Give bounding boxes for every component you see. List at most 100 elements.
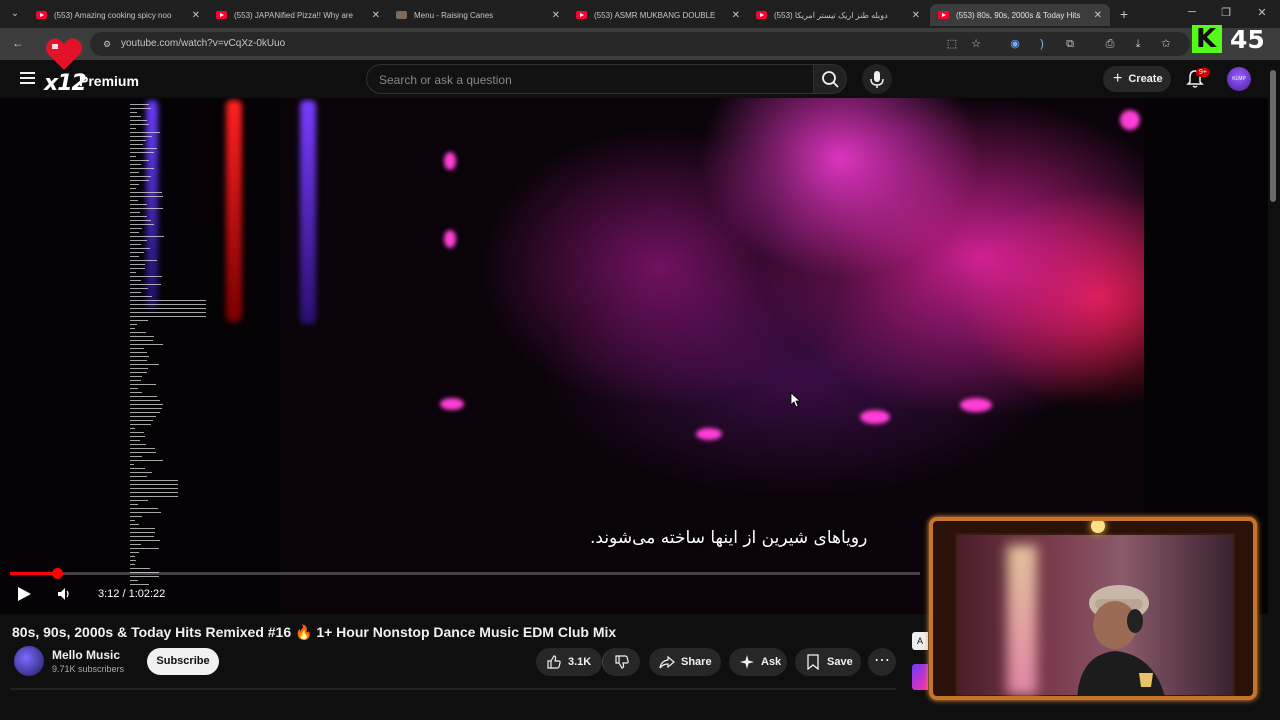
mouse-cursor-icon	[790, 392, 802, 408]
close-tab-icon[interactable]: ✕	[732, 10, 740, 21]
account-avatar[interactable]: KLMP	[1227, 67, 1251, 91]
favorites-icon[interactable]: ✩	[1158, 36, 1174, 52]
extension-icon[interactable]: ◉	[1007, 36, 1023, 52]
side-chip[interactable]: A	[912, 632, 928, 650]
visualizer-bar	[130, 216, 147, 217]
search-button[interactable]	[813, 64, 847, 94]
visualizer-bar	[130, 200, 138, 201]
visualizer-bar	[130, 492, 178, 493]
subscribe-button[interactable]: Subscribe	[147, 648, 219, 675]
dislike-button[interactable]	[602, 648, 640, 676]
download-icon[interactable]: ⤓	[1130, 36, 1146, 52]
visualizer-bar	[130, 164, 141, 165]
site-info-icon[interactable]: ⚙	[100, 37, 114, 51]
progress-scrubber[interactable]	[52, 568, 63, 579]
extension-wave-icon[interactable]: )	[1034, 36, 1050, 52]
visualizer-bar	[130, 392, 142, 393]
visualizer-bar	[130, 548, 159, 549]
video-subtitle: رویاهای شیرین از اینها ساخته می‌شوند.	[590, 528, 868, 548]
progress-played	[10, 572, 57, 575]
visualizer-bar	[130, 248, 150, 249]
restore-icon[interactable]: ❐	[1218, 6, 1234, 19]
visualizer-bar	[130, 360, 147, 361]
search-icon	[822, 71, 839, 88]
menu-favicon-icon	[396, 11, 407, 19]
browser-tab-active[interactable]: (553) 80s, 90s, 2000s & Today Hits ✕	[930, 4, 1110, 26]
close-tab-icon[interactable]: ✕	[1094, 10, 1102, 21]
back-arrow-icon[interactable]: ←	[10, 36, 26, 52]
extensions-puzzle-icon[interactable]: ⧉	[1062, 36, 1078, 52]
browser-tab[interactable]: (553) Amazing cooking spicy noo ✕	[28, 4, 208, 26]
browser-tab[interactable]: (553) ASMR MUKBANG DOUBLE ✕	[568, 4, 748, 26]
visualizer-bar	[130, 328, 135, 329]
tab-title: (553) Amazing cooking spicy noo	[54, 10, 172, 20]
tab-title: (553) 80s, 90s, 2000s & Today Hits	[956, 10, 1081, 20]
visualizer-bar	[130, 332, 146, 333]
visualizer-bar	[130, 420, 153, 421]
visualizer-bar	[130, 204, 147, 205]
thumbs-up-icon	[547, 655, 561, 669]
channel-avatar[interactable]	[14, 646, 44, 676]
volume-icon[interactable]	[56, 586, 72, 602]
visualizer-bar	[130, 484, 178, 485]
search-placeholder: Search or ask a question	[379, 73, 512, 87]
visualizer-bar	[130, 544, 141, 545]
visualizer-bar	[130, 240, 147, 241]
visualizer-bar	[130, 448, 155, 449]
window-close-icon[interactable]: ✕	[1254, 6, 1270, 19]
search-input[interactable]: Search or ask a question	[366, 64, 814, 94]
visualizer-bar	[130, 440, 140, 441]
visualizer-bar	[130, 220, 151, 221]
close-tab-icon[interactable]: ✕	[192, 10, 200, 21]
like-button[interactable]: 3.1K	[536, 648, 602, 676]
close-tab-icon[interactable]: ✕	[372, 10, 380, 21]
visualizer-bar	[130, 468, 145, 469]
visualizer-bar	[130, 344, 163, 345]
visualizer-bar	[130, 244, 141, 245]
voice-search-button[interactable]	[862, 64, 892, 94]
video-progress-bar[interactable]	[10, 568, 920, 579]
printer-icon[interactable]: ⎙	[1102, 36, 1118, 52]
browser-tab[interactable]: Menu - Raising Canes ✕	[388, 4, 568, 26]
stage-light	[960, 398, 992, 412]
stage-light	[444, 230, 456, 248]
visualizer-bar	[130, 304, 206, 305]
visualizer-bar	[130, 316, 206, 317]
visualizer-bar	[130, 160, 149, 161]
menu-hamburger-icon[interactable]	[20, 72, 35, 84]
page-scrollbar[interactable]	[1270, 70, 1276, 202]
visualizer-bar	[130, 156, 136, 157]
minimize-icon[interactable]: ─	[1184, 6, 1200, 18]
side-thumbnail[interactable]	[912, 664, 928, 690]
ask-button[interactable]: Ask	[729, 648, 787, 676]
play-icon[interactable]	[18, 587, 31, 601]
stage-light	[860, 410, 890, 424]
new-tab-icon[interactable]: +	[1116, 6, 1132, 22]
tab-search-icon[interactable]: ⌄	[6, 6, 24, 22]
close-tab-icon[interactable]: ✕	[552, 10, 560, 21]
more-actions-icon[interactable]: ⋯	[868, 648, 896, 676]
bookmark-star-icon[interactable]: ☆	[968, 36, 984, 52]
visualizer-bar	[130, 480, 178, 481]
time-display: 3:12 / 1:02:22	[98, 588, 166, 600]
create-button[interactable]: + Create	[1103, 66, 1171, 92]
close-tab-icon[interactable]: ✕	[912, 10, 920, 21]
microphone-icon	[870, 71, 884, 88]
save-button[interactable]: Save	[795, 648, 861, 676]
visualizer-bar	[130, 268, 145, 269]
notification-badge: 9+	[1196, 68, 1210, 77]
visualizer-bar	[130, 580, 138, 581]
visualizer-bar	[130, 432, 144, 433]
visualizer-bar	[130, 452, 156, 453]
visualizer-bar	[130, 288, 148, 289]
share-button[interactable]: Share	[649, 648, 721, 676]
address-bar[interactable]: ⚙ youtube.com/watch?v=vCqXz-0kUuo	[90, 32, 1190, 56]
install-app-icon[interactable]: ⬚	[944, 36, 960, 52]
browser-tab[interactable]: (553) JAPANified Pizza!! Why are ✕	[208, 4, 388, 26]
channel-name[interactable]: Mello Music	[52, 648, 120, 662]
visualizer-bar	[130, 384, 156, 385]
webcam-feed	[955, 533, 1235, 696]
browser-tab[interactable]: (553) دوبله طنز اریک تیستر آمریکا ✕	[748, 4, 928, 26]
stage-light	[444, 152, 456, 170]
visualizer-bar	[130, 560, 136, 561]
